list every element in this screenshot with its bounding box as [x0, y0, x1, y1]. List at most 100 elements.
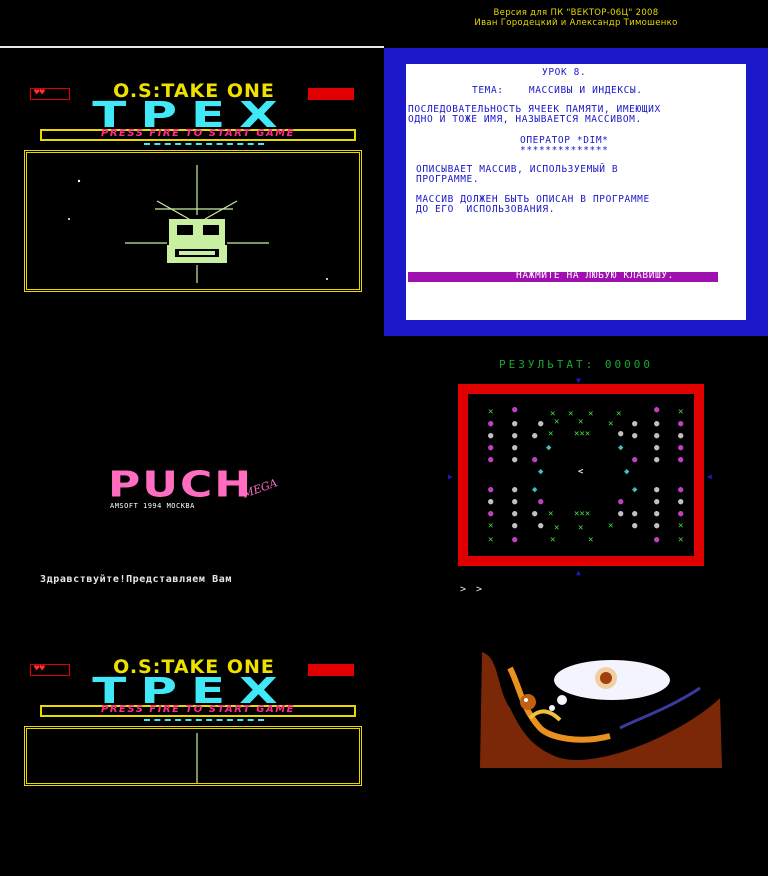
- press-fire-banner: PRESS FIRE TO START GAME: [40, 704, 356, 717]
- svg-text:●: ●: [532, 455, 538, 465]
- svg-text:●: ●: [654, 419, 660, 429]
- svg-text:✕: ✕: [488, 521, 493, 531]
- game-viewport: [24, 150, 362, 292]
- lesson-panel: УРОК 8. ТЕМА: МАССИВЫ И ИНДЕКСЫ. ПОСЛЕДО…: [384, 48, 768, 336]
- svg-text:◆: ◆: [538, 467, 544, 477]
- arena-pieces: ✕ ● ✕ ✕ ✕ ✕ ● ✕ ● ● ● ✕ ✕ ✕ ● ● ● ● ● ● ✕ ✕✕✕ ● ● ● ● ● ● ◆ ◆ ● ● ● ●…: [488, 405, 684, 545]
- svg-text:●: ●: [538, 497, 544, 507]
- svg-text:✕: ✕: [568, 409, 573, 419]
- svg-text:●: ●: [488, 455, 494, 465]
- title-screen-bottom: ♥♥ O.S:TAKE ONE TPEX PRESS FIRE TO START…: [24, 656, 370, 876]
- svg-text:●: ●: [512, 485, 518, 495]
- svg-text:●: ●: [654, 443, 660, 453]
- svg-text:●: ●: [488, 419, 494, 429]
- svg-text:<: <: [578, 467, 584, 477]
- spaceship-sprite: [196, 733, 198, 783]
- svg-text:✕: ✕: [488, 535, 493, 545]
- svg-text:●: ●: [678, 509, 684, 519]
- svg-text:●: ●: [632, 455, 638, 465]
- press-fire-text: PRESS FIRE TO START GAME: [100, 704, 296, 715]
- svg-text:●: ●: [512, 443, 518, 453]
- arrow-bottom-icon: ▲: [576, 568, 581, 577]
- svg-text:●: ●: [632, 521, 638, 531]
- svg-text:●: ●: [488, 431, 494, 441]
- svg-text:◆: ◆: [532, 485, 538, 495]
- heart-icon: ♥♥: [34, 664, 45, 674]
- press-any-key[interactable]: НАЖМИТЕ НА ЛЮБУЮ КЛАВИШУ.: [516, 271, 674, 281]
- game-arena: ✕ ● ✕ ✕ ✕ ✕ ● ✕ ● ● ● ✕ ✕ ✕ ● ● ● ● ● ● ✕ ✕✕✕ ● ● ● ● ● ● ◆ ◆ ● ● ● ●…: [458, 384, 704, 566]
- dashed-separator: [144, 719, 264, 724]
- svg-text:●: ●: [678, 443, 684, 453]
- amsoft-logo: PUCH AMSOFT 1994 МОСКВА MEGA: [108, 466, 288, 526]
- arrow-right-icon: ◀: [707, 472, 712, 481]
- svg-text:●: ●: [512, 509, 518, 519]
- svg-text:●: ●: [538, 419, 544, 429]
- svg-text:●: ●: [654, 521, 660, 531]
- svg-text:●: ●: [678, 497, 684, 507]
- title-screen-top: ♥♥ O.S:TAKE ONE TPEX PRESS FIRE TO START…: [24, 80, 370, 300]
- svg-text:✕: ✕: [548, 509, 553, 519]
- spaceship-sprite: [68, 165, 328, 283]
- svg-text:✕: ✕: [550, 535, 555, 545]
- caption-line-1: Версия для ПК "ВЕКТОР-06Ц" 2008: [493, 8, 659, 18]
- svg-text:◆: ◆: [632, 485, 638, 495]
- svg-text:●: ●: [632, 509, 638, 519]
- svg-text:●: ●: [512, 535, 518, 545]
- svg-text:●: ●: [512, 497, 518, 507]
- svg-text:◆: ◆: [546, 443, 552, 453]
- svg-text:●: ●: [654, 535, 660, 545]
- version-caption: Версия для ПК "ВЕКТОР-06Ц" 2008 Иван Гор…: [384, 8, 768, 28]
- lesson-asterisks: **************: [520, 145, 609, 156]
- lesson-topic: ТЕМА: МАССИВЫ И ИНДЕКСЫ.: [472, 85, 643, 96]
- svg-text:●: ●: [654, 485, 660, 495]
- svg-text:●: ●: [512, 521, 518, 531]
- svg-text:●: ●: [532, 431, 538, 441]
- dashed-separator: [144, 143, 264, 148]
- svg-text:◆: ◆: [624, 467, 630, 477]
- svg-text:✕: ✕: [588, 409, 593, 419]
- arrow-left-icon: ▶: [448, 472, 453, 481]
- svg-text:✕: ✕: [578, 417, 583, 427]
- svg-text:●: ●: [632, 419, 638, 429]
- svg-text:✕✕✕: ✕✕✕: [574, 429, 590, 439]
- greeting-text: Здравствуйте!Представляем Вам: [40, 574, 232, 585]
- logo-subtitle: AMSOFT 1994 МОСКВА: [110, 502, 195, 510]
- svg-text:✕: ✕: [678, 407, 683, 417]
- svg-text:●: ●: [488, 443, 494, 453]
- svg-text:●: ●: [618, 497, 624, 507]
- svg-text:✕: ✕: [548, 429, 553, 439]
- svg-text:●: ●: [678, 419, 684, 429]
- svg-text:✕: ✕: [488, 407, 493, 417]
- svg-text:◆: ◆: [618, 443, 624, 453]
- logo-main: PUCH: [108, 464, 254, 506]
- svg-text:✕: ✕: [554, 417, 559, 427]
- lesson-text-2: ОДНО И ТОЖЕ ИМЯ, НАЗЫВАЕТСЯ МАССИВОМ.: [408, 114, 642, 125]
- svg-text:✕: ✕: [578, 523, 583, 533]
- svg-text:●: ●: [618, 509, 624, 519]
- svg-text:●: ●: [678, 485, 684, 495]
- cartoon-illustration: [470, 648, 730, 768]
- lesson-screen: УРОК 8. ТЕМА: МАССИВЫ И ИНДЕКСЫ. ПОСЛЕДО…: [406, 64, 746, 320]
- svg-text:●: ●: [538, 521, 544, 531]
- svg-text:●: ●: [618, 429, 624, 439]
- arena-field: ✕ ● ✕ ✕ ✕ ✕ ● ✕ ● ● ● ✕ ✕ ✕ ● ● ● ● ● ● ✕ ✕✕✕ ● ● ● ● ● ● ◆ ◆ ● ● ● ●…: [468, 394, 694, 556]
- press-fire-banner: PRESS FIRE TO START GAME: [40, 128, 356, 141]
- svg-text:✕: ✕: [678, 535, 683, 545]
- press-fire-text: PRESS FIRE TO START GAME: [100, 128, 296, 139]
- score-display: РЕЗУЛЬТАТ: 00000: [499, 358, 653, 371]
- svg-text:●: ●: [678, 431, 684, 441]
- svg-text:✕: ✕: [588, 535, 593, 545]
- divider: [0, 46, 384, 48]
- svg-text:●: ●: [532, 509, 538, 519]
- svg-text:●: ●: [488, 497, 494, 507]
- svg-text:●: ●: [654, 455, 660, 465]
- svg-text:✕: ✕: [554, 523, 559, 533]
- dreaming-creature-image: [480, 652, 722, 768]
- lesson-number: УРОК 8.: [542, 67, 587, 78]
- svg-text:●: ●: [512, 455, 518, 465]
- svg-text:✕: ✕: [616, 409, 621, 419]
- svg-text:●: ●: [512, 431, 518, 441]
- svg-text:●: ●: [512, 419, 518, 429]
- svg-text:●: ●: [512, 405, 518, 415]
- lives-arrows: > >: [460, 584, 485, 595]
